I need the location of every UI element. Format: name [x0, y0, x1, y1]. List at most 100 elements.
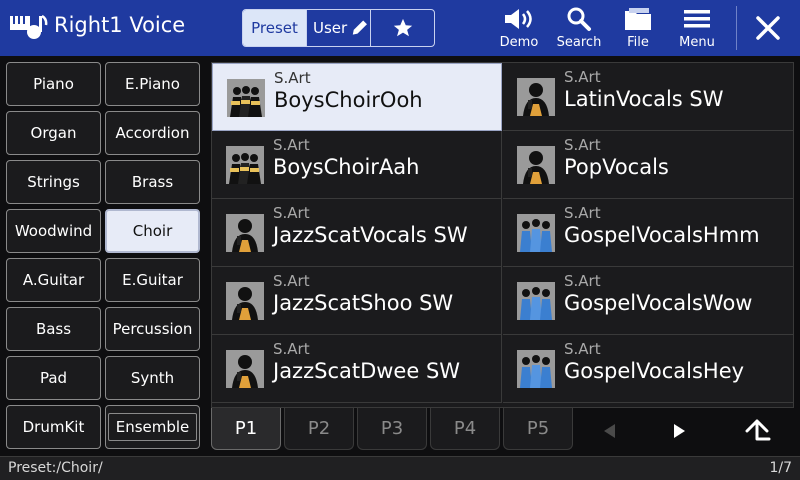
category-label: Organ — [30, 124, 77, 142]
voice-type-label: S.Art — [564, 272, 601, 290]
category-button-choir[interactable]: Choir — [105, 209, 200, 253]
tab-user-label: User — [313, 19, 348, 37]
voice-item[interactable]: S.Art BoysChoirAah — [212, 131, 502, 199]
gospel-choir-icon — [517, 282, 555, 320]
singer-icon — [226, 214, 264, 252]
file-button[interactable]: File — [620, 6, 656, 52]
voice-name: JazzScatDwee SW — [273, 359, 461, 383]
voice-item[interactable]: S.Art GospelVocalsHey — [503, 335, 793, 403]
category-label: Accordion — [115, 124, 190, 142]
voice-type-label: S.Art — [273, 272, 310, 290]
page-tab-p5[interactable]: P5 — [503, 408, 573, 450]
voice-type-label: S.Art — [273, 136, 310, 154]
category-label: Pad — [39, 369, 68, 387]
voice-name: GospelVocalsWow — [564, 291, 753, 315]
up-arrow-icon — [745, 419, 771, 441]
menu-button[interactable]: Menu — [676, 6, 718, 52]
tab-user[interactable]: User — [307, 10, 371, 46]
voice-item[interactable]: S.Art JazzScatShoo SW — [212, 267, 502, 335]
voice-name: GospelVocalsHmm — [564, 223, 760, 247]
page-title: Right1 Voice — [54, 13, 186, 37]
page-indicator: 1/7 — [769, 460, 792, 476]
speaker-icon — [505, 9, 532, 29]
voice-item[interactable]: S.Art LatinVocals SW — [503, 63, 793, 131]
page-tab-p4[interactable]: P4 — [430, 408, 500, 450]
tab-preset-label: Preset — [251, 19, 298, 37]
category-button-piano[interactable]: Piano — [6, 62, 101, 106]
search-label: Search — [556, 35, 602, 50]
current-path: Preset:/Choir/ — [8, 460, 103, 476]
voice-type-label: S.Art — [564, 204, 601, 222]
voice-type-label: S.Art — [273, 204, 310, 222]
keyboard-voice-icon — [8, 10, 48, 44]
category-button-synth[interactable]: Synth — [105, 356, 200, 400]
category-button-bass[interactable]: Bass — [6, 307, 101, 351]
category-button-brass[interactable]: Brass — [105, 160, 200, 204]
category-label: Piano — [33, 75, 74, 93]
category-button-a-guitar[interactable]: A.Guitar — [6, 258, 101, 302]
demo-button[interactable]: Demo — [499, 6, 539, 52]
voice-item[interactable]: S.Art JazzScatDwee SW — [212, 335, 502, 403]
category-label: Ensemble — [107, 413, 198, 441]
voice-type-label: S.Art — [564, 340, 601, 358]
singer-icon — [517, 78, 555, 116]
file-label: File — [627, 35, 649, 50]
voice-name: LatinVocals SW — [564, 87, 724, 111]
pencil-icon — [352, 20, 368, 35]
demo-label: Demo — [499, 35, 539, 50]
voice-item[interactable]: S.Art BoysChoirOoh — [212, 63, 502, 131]
category-button-percussion[interactable]: Percussion — [105, 307, 200, 351]
category-button-accordion[interactable]: Accordion — [105, 111, 200, 155]
voice-type-label: S.Art — [273, 340, 310, 358]
voice-item[interactable]: S.Art GospelVocalsHmm — [503, 199, 793, 267]
category-label: Strings — [27, 173, 80, 191]
triangle-right-icon — [674, 424, 685, 438]
tab-favorite[interactable] — [371, 10, 434, 46]
triangle-left-icon — [604, 424, 615, 438]
category-label: Synth — [130, 369, 175, 387]
category-button-pad[interactable]: Pad — [6, 356, 101, 400]
gospel-choir-icon — [517, 214, 555, 252]
singer-icon — [226, 282, 264, 320]
voice-list-panel: S.Art BoysChoirOoh S.Art LatinVocals SW S.Ar… — [211, 62, 794, 408]
category-button-e-piano[interactable]: E.Piano — [105, 62, 200, 106]
page-tab-p3[interactable]: P3 — [357, 408, 427, 450]
voice-name: GospelVocalsHey — [564, 359, 745, 383]
voice-name: JazzScatVocals SW — [273, 223, 468, 247]
category-label: Woodwind — [14, 222, 93, 240]
category-button-strings[interactable]: Strings — [6, 160, 101, 204]
up-folder-button[interactable] — [739, 416, 775, 446]
category-button-drumkit[interactable]: DrumKit — [6, 405, 101, 449]
page-tab-p1[interactable]: P1 — [211, 408, 281, 450]
category-button-ensemble[interactable]: Ensemble — [105, 405, 200, 449]
category-label: E.Piano — [124, 75, 180, 93]
voice-item[interactable]: S.Art PopVocals — [503, 131, 793, 199]
category-button-woodwind[interactable]: Woodwind — [6, 209, 101, 253]
voice-name: BoysChoirOoh — [274, 88, 423, 112]
search-icon — [567, 7, 591, 31]
search-button[interactable]: Search — [554, 6, 604, 52]
folder-icon — [625, 8, 651, 30]
voice-type-label: S.Art — [274, 69, 311, 87]
header-bar: Right1 Voice Preset User Demo Search Fil… — [0, 0, 800, 56]
voice-name: BoysChoirAah — [273, 155, 420, 179]
boys-choir-icon — [226, 146, 264, 184]
source-tab-group: Preset User — [242, 9, 435, 47]
page-next-button[interactable] — [664, 416, 694, 446]
singer-icon — [517, 146, 555, 184]
close-button[interactable] — [748, 8, 788, 48]
category-label: DrumKit — [22, 418, 85, 436]
voice-item[interactable]: S.Art GospelVocalsWow — [503, 267, 793, 335]
category-label: Percussion — [112, 320, 193, 338]
star-icon — [393, 18, 413, 37]
voice-item[interactable]: S.Art JazzScatVocals SW — [212, 199, 502, 267]
category-button-e-guitar[interactable]: E.Guitar — [105, 258, 200, 302]
category-label: Bass — [35, 320, 72, 338]
page-tab-p2[interactable]: P2 — [284, 408, 354, 450]
category-label: Choir — [132, 222, 173, 240]
page-prev-button[interactable] — [595, 416, 625, 446]
category-button-organ[interactable]: Organ — [6, 111, 101, 155]
tab-preset[interactable]: Preset — [243, 10, 307, 46]
menu-label: Menu — [679, 35, 715, 50]
category-label: E.Guitar — [122, 271, 183, 289]
